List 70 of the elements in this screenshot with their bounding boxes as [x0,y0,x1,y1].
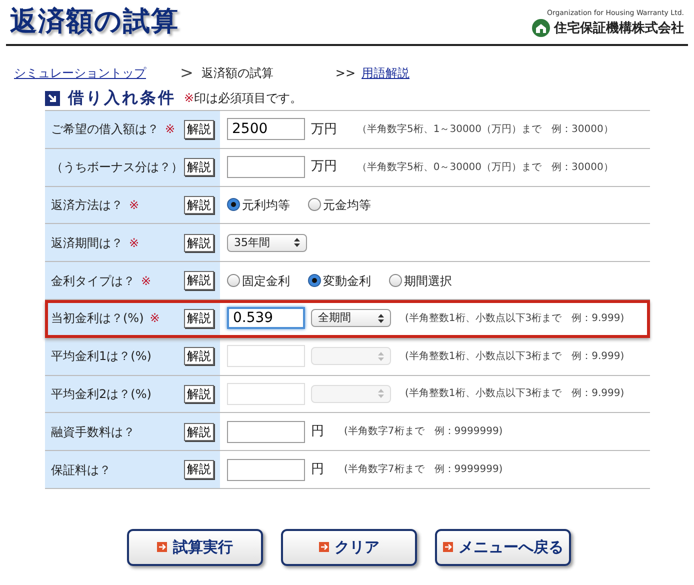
action-button[interactable]: クリア [281,528,417,566]
arrow-icon [318,542,328,552]
help-button[interactable]: 解説 [184,158,214,176]
help-button[interactable]: 解説 [184,422,214,441]
help-button[interactable]: 解説 [184,384,214,404]
updown-arrow-icon [378,314,384,323]
help-button[interactable]: 解説 [184,460,214,479]
field-label: 保証料は？ [51,462,111,477]
hint-text: （半角数字5桁、0～30000（万円）まで 例：30000） [357,160,614,175]
required-mark: ※ [165,122,176,136]
action-button[interactable]: メニューへ戻る [435,528,571,566]
page-title: 返済額の試算 [10,5,179,39]
select-dropdown[interactable]: 35年間 [227,234,307,252]
help-button[interactable]: 解説 [184,196,214,214]
field-label: 当初金利は？(%) [51,311,144,326]
radio-option[interactable]: 変動金利 [308,272,371,290]
field-label: 返済期間は？ [51,236,123,250]
section-title: 借り入れ条件 [68,87,176,109]
required-mark: ※ [150,311,160,326]
help-button[interactable]: 解説 [184,346,214,366]
select-dropdown[interactable]: 全期間 [311,309,391,328]
radio-option[interactable]: 元利均等 [227,196,290,214]
input-field[interactable] [227,156,305,178]
house-logo-icon [532,19,550,38]
updown-arrow-icon [294,238,300,248]
field-label: 融資手数料は？ [51,424,135,439]
required-note: 印は必須項目です。 [194,91,302,105]
arrow-icon [157,542,167,552]
unit-label: 円 [311,423,324,442]
hint-text: （半角数字5桁、1～30000（万円）まで 例：30000） [357,122,614,137]
required-mark: ※ [129,236,140,250]
radio-option[interactable]: 元金均等 [308,196,371,214]
action-button[interactable]: 試算実行 [127,528,263,566]
field-label: （うちボーナス分は？） [51,160,183,174]
field-label: 返済方法は？ [51,198,123,212]
input-field[interactable]: 2500 [227,118,305,140]
unit-label: 円 [311,460,324,479]
help-button[interactable]: 解説 [184,120,214,139]
breadcrumb-separator: >> [335,65,356,82]
unit-label: 万円 [311,120,337,139]
required-mark: ※ [141,274,152,288]
hint-text: (半角整数1桁、小数点以下3桁まで 例：9.999) [405,312,624,326]
radio-option[interactable]: 固定金利 [227,272,290,290]
field-label: ご希望の借入額は？ [51,122,159,136]
updown-arrow-icon [378,389,384,398]
organization-name: 住宅保証機構株式会社 [554,20,684,38]
unit-label: 万円 [311,158,337,176]
breadcrumb-separator: > [180,62,194,84]
radio-option[interactable]: 期間選択 [389,272,452,290]
hint-text: (半角数字7桁まで 例：9999999) [344,462,503,478]
field-label: 金利タイプは？ [51,274,135,288]
field-label: 平均金利2は？(%) [51,386,152,401]
hint-text: (半角数字7桁まで 例：9999999) [344,424,503,440]
arrow-icon [442,542,452,552]
help-button[interactable]: 解説 [184,234,214,252]
help-button[interactable]: 解説 [184,309,214,328]
breadcrumb-link[interactable]: シミュレーショントップ [14,64,172,82]
field-label: 平均金利1は？(%) [51,349,152,364]
required-mark: ※ [129,198,140,212]
breadcrumb-current: 返済額の試算 [201,65,274,82]
hint-text: (半角整数1桁、小数点以下3桁まで 例：9.999) [405,350,624,364]
required-mark: ※ [184,91,194,105]
updown-arrow-icon [378,352,384,361]
hint-text: (半角整数1桁、小数点以下3桁まで 例：9.999) [405,386,624,402]
help-button[interactable]: 解説 [184,271,214,290]
input-field[interactable] [227,458,305,481]
input-field[interactable]: 0.539 [227,307,305,330]
input-field[interactable] [227,420,305,443]
glossary-link[interactable]: 用語解説 [362,64,410,82]
arrow-square-icon [45,90,60,106]
